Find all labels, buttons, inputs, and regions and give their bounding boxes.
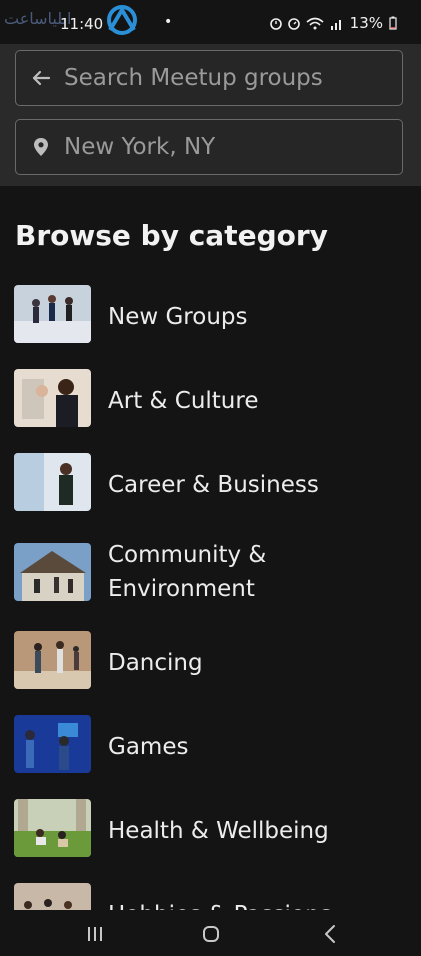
category-thumbnail xyxy=(14,799,91,857)
category-item-health-wellbeing[interactable]: Health & Wellbeing xyxy=(0,794,421,864)
location-pin-icon xyxy=(34,138,48,156)
category-item-career-business[interactable]: Career & Business xyxy=(0,448,421,518)
search-area xyxy=(0,44,421,186)
home-icon[interactable] xyxy=(196,922,226,946)
category-item-art-culture[interactable]: Art & Culture xyxy=(0,364,421,434)
category-thumbnail xyxy=(14,453,91,511)
location-input[interactable] xyxy=(64,130,394,164)
location-field[interactable] xyxy=(15,119,403,175)
category-label: Art & Culture xyxy=(108,388,259,414)
category-label: Dancing xyxy=(108,650,203,676)
recent-apps-icon[interactable] xyxy=(80,922,110,946)
category-label: Career & Business xyxy=(108,472,319,498)
category-thumbnail xyxy=(14,285,91,343)
navigation-bar xyxy=(0,910,421,956)
category-item-games[interactable]: Games xyxy=(0,710,421,780)
category-label: Health & Wellbeing xyxy=(108,818,329,844)
category-label-line2: Environment xyxy=(108,576,255,602)
category-thumbnail xyxy=(14,543,91,601)
status-bar: ابلياساعت 11:40 • 13% xyxy=(0,0,421,44)
category-thumbnail xyxy=(14,631,91,689)
category-label: Community & xyxy=(108,542,267,568)
category-item-dancing[interactable]: Dancing xyxy=(0,626,421,696)
search-field[interactable] xyxy=(15,50,403,106)
category-thumbnail xyxy=(14,715,91,773)
status-time: 11:40 xyxy=(60,15,104,33)
wifi-icon xyxy=(306,17,324,29)
alarm-icon xyxy=(269,17,282,30)
notification-dot: • xyxy=(164,14,173,30)
battery-level: 13% xyxy=(349,14,383,32)
signal-icon xyxy=(330,19,341,30)
category-label: Games xyxy=(108,734,189,760)
category-item-new-groups[interactable]: New Groups xyxy=(0,280,421,350)
back-icon[interactable] xyxy=(316,922,346,946)
clock-icon xyxy=(287,17,300,30)
category-item-community-environment[interactable]: Community & Environment xyxy=(0,538,421,618)
status-icons: 13% xyxy=(269,14,397,32)
search-input[interactable] xyxy=(64,61,394,95)
battery-icon xyxy=(389,16,397,30)
category-thumbnail xyxy=(14,369,91,427)
browse-heading: Browse by category xyxy=(15,219,328,252)
category-label: New Groups xyxy=(108,304,248,330)
arrow-left-icon[interactable] xyxy=(30,67,52,89)
